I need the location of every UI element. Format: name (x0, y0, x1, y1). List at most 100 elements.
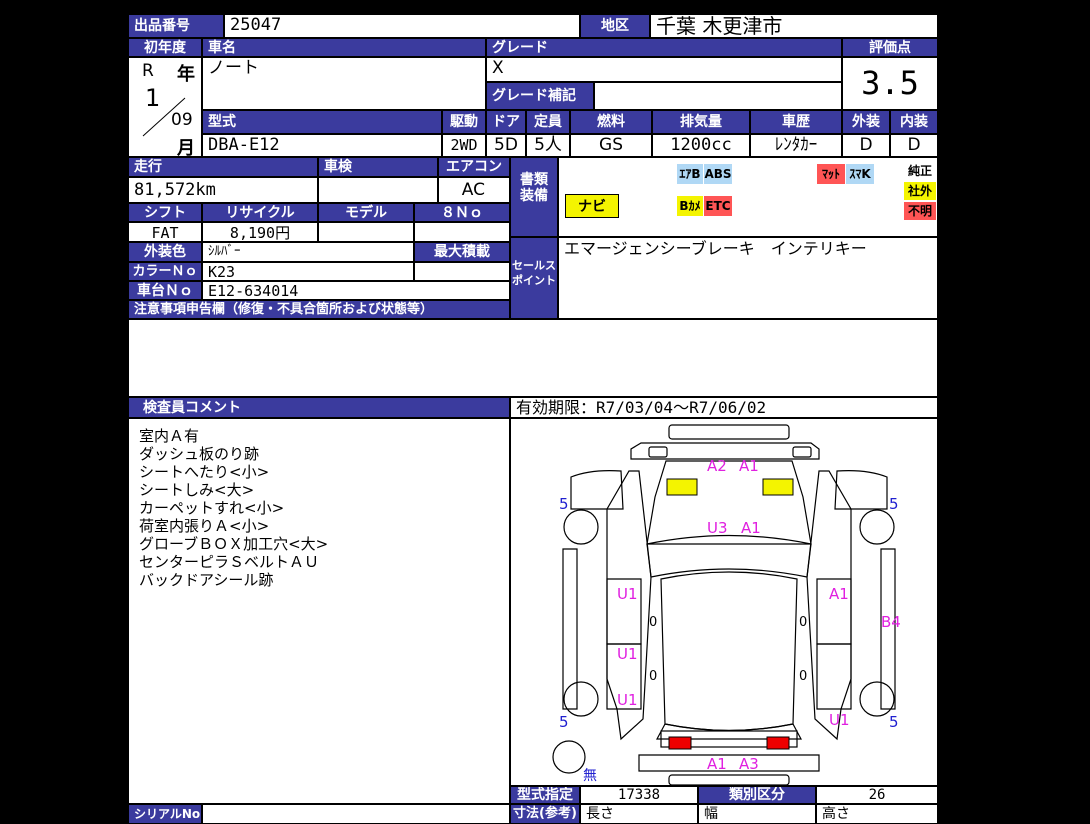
sales-label: セールス ポイント (510, 237, 558, 319)
interior-value: D (890, 134, 938, 157)
chassis-value: E12-634014 (202, 281, 510, 300)
colorno-label: カラーＮｏ (128, 262, 202, 281)
inspection-value (318, 177, 438, 203)
drive-label: 駆動 (442, 110, 486, 134)
exterior-label: 外装 (842, 110, 890, 134)
month-value: 09 (171, 110, 193, 130)
exterior-value: D (842, 134, 890, 157)
mark-u1-left2: U1 (617, 645, 638, 663)
tag-airbag: ｴｱB (677, 164, 703, 184)
max-load-label: 最大積載 (414, 242, 510, 262)
fuel-value: GS (570, 134, 652, 157)
history-label: 車歴 (750, 110, 842, 134)
tag-abs: ABS (704, 164, 732, 184)
serial-value (202, 804, 510, 824)
comment-line: バックドアシール跡 (139, 571, 274, 589)
type-approval-label: 型式指定 (510, 786, 580, 804)
lot-number: 25047 (224, 14, 580, 38)
comment-line: グローブＢＯＸ加工穴<大> (139, 535, 329, 553)
equipment-label-line1: 書類 (520, 172, 548, 188)
max-load-value (414, 262, 510, 281)
tag-unknown: 不明 (904, 202, 936, 220)
shift-value: FAT (128, 222, 202, 242)
class-value: 26 (816, 786, 938, 804)
mark-u1-left1: U1 (617, 585, 638, 603)
score-value: 3.5 (842, 57, 938, 110)
mileage-label: 走行 (128, 157, 318, 177)
door-count-3: 0 (649, 669, 658, 684)
cc-value: 1200cc (652, 134, 750, 157)
history-value: ﾚﾝﾀｶｰ (750, 134, 842, 157)
inspector-label: 検査員コメント (128, 397, 510, 418)
year-value: 1 (145, 84, 161, 112)
auction-sheet: 出品番号 25047 地区 千葉 木更津市 初年度 車名 グレード 評価点 R … (128, 14, 938, 824)
model-label: 型式 (202, 110, 442, 134)
region-label: 地区 (580, 14, 650, 38)
sales-label-line2: ポイント (512, 274, 556, 287)
comment-line: センターピラＳベルトＡＵ (139, 553, 320, 571)
tag-genuine: 純正 (904, 162, 936, 180)
tire-depth-fl: 5 (559, 495, 569, 513)
tag-aftermarket: 社外 (904, 182, 936, 200)
type-approval-value: 17338 (580, 786, 698, 804)
first-year-label: 初年度 (128, 38, 202, 57)
height-label: 高さ (816, 804, 938, 824)
equipment-label: 書類 装備 (510, 157, 558, 237)
grade-label: グレード (486, 38, 842, 57)
seats-label: 定員 (526, 110, 570, 134)
tire-depth-fr: 5 (889, 495, 899, 513)
first-year-box: R 年 1 09 月 (128, 57, 202, 157)
comment-line: シートへたり<小> (139, 463, 270, 481)
door-count-2: 0 (799, 615, 808, 630)
damage-diagram: A2 A1 U3 A1 U1 A1 B4 U1 U1 U1 A1 A3 5 5 … (510, 418, 938, 786)
comment-line: ダッシュ板のり跡 (139, 445, 260, 463)
serial-label: シリアルNo (128, 804, 202, 824)
no8-value (414, 222, 510, 242)
validity-period: 有効期限：R7/03/04～R7/06/02 (510, 397, 938, 418)
mark-u1-right: U1 (829, 711, 850, 729)
door-label: ドア (486, 110, 526, 134)
mark-a1-rear: A1 (707, 755, 727, 773)
tag-backcam: Bｶﾒ (677, 196, 703, 216)
sales-label-line1: セールス (512, 259, 556, 272)
car-name-label: 車名 (202, 38, 486, 57)
comment-line: 室内Ａ有 (139, 427, 200, 445)
notes-box (128, 319, 938, 397)
tire-depth-rl: 5 (559, 713, 569, 731)
comment-line: カーペットすれ<小> (139, 499, 285, 517)
mileage-value: 81,572km (128, 177, 318, 203)
recycle-label: リサイクル (202, 203, 318, 222)
cc-label: 排気量 (652, 110, 750, 134)
sales-text: エマージェンシーブレーキ インテリキー (558, 237, 938, 319)
door-count-4: 0 (799, 669, 808, 684)
model-year-label: モデル (318, 203, 414, 222)
interior-label: 内装 (890, 110, 938, 134)
model-value: DBA-E12 (202, 134, 442, 157)
mark-a1-roof: A1 (741, 519, 761, 537)
grade-value: X (486, 57, 842, 82)
shift-label: シフト (128, 203, 202, 222)
year-unit: 年 (177, 64, 195, 85)
color-label: 外装色 (128, 242, 202, 262)
mark-a3: A3 (739, 755, 759, 773)
grade-note-value (594, 82, 842, 110)
notes-label: 注意事項申告欄（修復・不具合箇所および状態等） (128, 300, 510, 319)
door-count-1: 0 (649, 615, 658, 630)
comment-line: シートしみ<大> (139, 481, 255, 499)
mark-u3: U3 (707, 519, 728, 537)
lot-label: 出品番号 (128, 14, 224, 38)
no8-label: ８Ｎｏ (414, 203, 510, 222)
drive-value: 2WD (442, 134, 486, 157)
chassis-label: 車台Ｎｏ (128, 281, 202, 300)
inspector-comments: 室内Ａ有 ダッシュ板のり跡 シートへたり<小> シートしみ<大> カーペットすれ… (128, 418, 510, 804)
comment-line: 荷室内張りＡ<小> (139, 517, 270, 535)
inspection-label: 車検 (318, 157, 438, 177)
score-label: 評価点 (842, 38, 938, 57)
colorno-value: K23 (202, 262, 414, 281)
mark-a1-right: A1 (829, 585, 849, 603)
spare-tire-none: 無 (583, 768, 597, 784)
mark-b4: B4 (881, 613, 901, 631)
fuel-label: 燃料 (570, 110, 652, 134)
car-name: ノート (202, 57, 486, 110)
tag-smartkey: ｽﾏK (846, 164, 874, 184)
